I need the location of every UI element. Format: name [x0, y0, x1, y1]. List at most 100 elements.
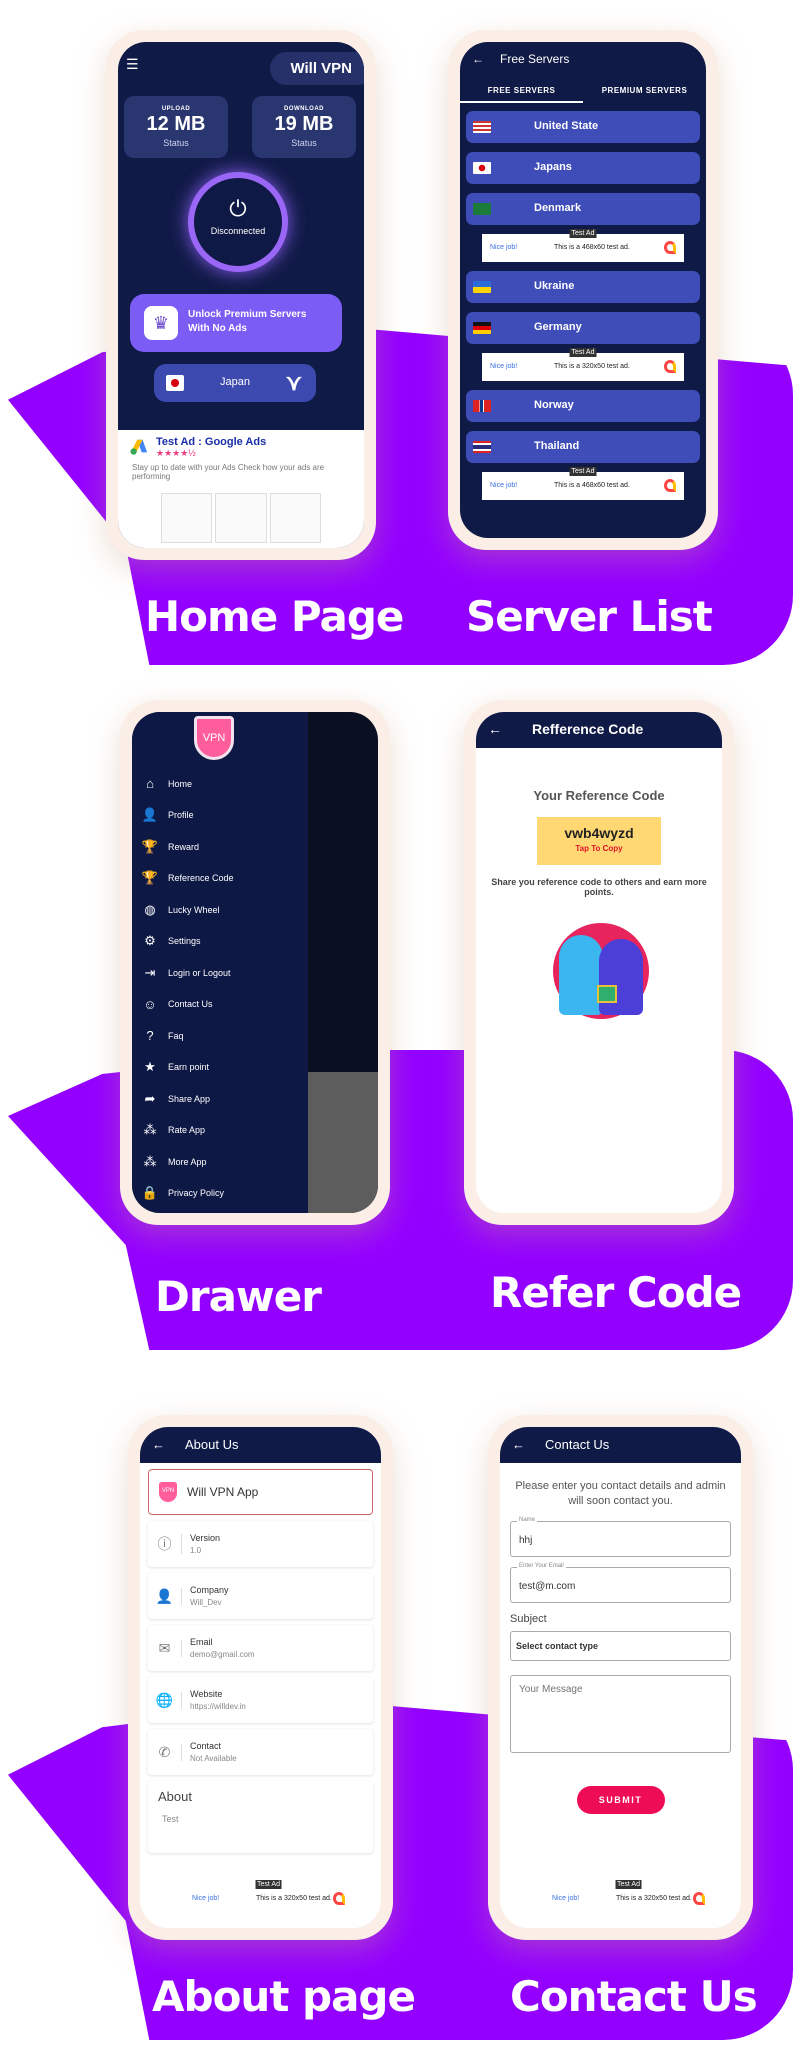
ad-badge: Test Ad	[569, 348, 597, 357]
servers-title: Free Servers	[500, 52, 570, 66]
refer-screen: ← Refference Code Your Reference Code vwb…	[476, 712, 722, 1213]
server-name: Norway	[534, 399, 574, 411]
native-ad[interactable]: Test Ad : Google Ads ★★★★½ Stay up to da…	[118, 430, 364, 548]
server-item[interactable]: Denmark	[466, 193, 700, 225]
drawer-item[interactable]: ◍ Lucky Wheel	[132, 894, 308, 926]
connect-button[interactable]: ⏻ Disconnected	[188, 172, 288, 272]
servers-screen: ← Free Servers FREE SERVERS PREMIUM SERVE…	[460, 42, 706, 538]
ad-left-text: Nice job!	[490, 244, 518, 251]
info-card: 👤 Company Will_Dev	[148, 1573, 373, 1619]
email-field[interactable]: Enter Your Email test@m.com	[510, 1563, 731, 1603]
drawer-item[interactable]: ⇥ Login or Logout	[132, 957, 308, 989]
back-arrow-icon[interactable]: ←	[512, 1437, 525, 1452]
ad-badge: Test Ad	[569, 229, 597, 238]
premium-line1: Unlock Premium Servers	[188, 309, 307, 320]
ad-text: This is a 468x60 test ad.	[554, 244, 630, 251]
server-item[interactable]: Ukraine	[466, 271, 700, 303]
drawer-item[interactable]: 🏆 Reward	[132, 831, 308, 863]
drawer-item[interactable]: ? Faq	[132, 1020, 308, 1052]
server-name: Germany	[534, 321, 582, 333]
drawer-item[interactable]: ⚙ Settings	[132, 926, 308, 958]
de-flag-icon	[473, 322, 491, 334]
server-item[interactable]: United State	[466, 111, 700, 143]
server-name: Japans	[534, 161, 572, 173]
navigation-drawer: VPN ⌂ Home 👤 Profile 🏆 Reward 🏆 Reference Code ◍…	[132, 712, 308, 1213]
drawer-item[interactable]: 👤 Profile	[132, 800, 308, 832]
email-value: test@m.com	[519, 1581, 576, 1592]
download-status: Status	[291, 138, 317, 148]
phone-icon: ✆	[148, 1743, 182, 1761]
drawer-item-label: Privacy Policy	[168, 1188, 225, 1199]
subject-select[interactable]: Select contact type	[510, 1631, 731, 1661]
trophy-icon: 🏆	[141, 838, 159, 854]
banner-ad[interactable]: Test Ad Nice job! This is a 468x60 test ad…	[482, 229, 684, 262]
refer-title: Refference Code	[532, 721, 644, 737]
drawer-item[interactable]: 🏆 Reference Code	[132, 863, 308, 895]
reference-code-ticket[interactable]: vwb4wyzd Tap To Copy	[537, 817, 661, 865]
drawer-item[interactable]: ➦ Share App	[132, 1083, 308, 1115]
drawer-item-label: Reward	[168, 841, 200, 852]
more-icon: ⁂	[143, 1153, 157, 1169]
drawer-item[interactable]: ⁂ Rate App	[132, 1115, 308, 1147]
back-arrow-icon[interactable]: ←	[152, 1437, 165, 1452]
country-selector[interactable]: Japan ⋎	[154, 364, 316, 402]
ad-left-text: Nice job!	[192, 1895, 220, 1902]
info-key: Email	[190, 1637, 213, 1647]
name-field[interactable]: Name hhj	[510, 1517, 731, 1557]
server-item[interactable]: Norway	[466, 390, 700, 422]
drawer-item[interactable]: ☺ Contact Us	[132, 989, 308, 1021]
download-label: DOWNLOAD	[284, 106, 324, 112]
no-flag-icon	[473, 400, 491, 412]
banner-ad[interactable]: Test Ad Nice job! This is a 320x50 test ad…	[544, 1880, 713, 1913]
upload-value: 12 MB	[146, 113, 206, 135]
drawer-item[interactable]: ★ Earn point	[132, 1052, 308, 1084]
wheel-icon: ◍	[144, 901, 156, 917]
about-screen: ← About Us VPN Will VPN App ⓘ Version 1.0 👤 Co…	[140, 1427, 381, 1928]
submit-button[interactable]: SUBMIT	[576, 1786, 665, 1814]
server-item[interactable]: Thailand	[466, 431, 700, 463]
mail-icon: ✉	[148, 1639, 182, 1657]
globe-icon: 🌐	[148, 1691, 182, 1709]
info-value: Not Available	[190, 1754, 237, 1763]
drawer-item-label: Lucky Wheel	[168, 904, 220, 915]
app-name-card: VPN Will VPN App	[148, 1469, 373, 1515]
ad-badge: Test Ad	[255, 1880, 282, 1889]
menu-icon[interactable]: ☰	[126, 56, 139, 73]
message-input[interactable]	[510, 1675, 731, 1753]
back-arrow-icon[interactable]: ←	[488, 721, 502, 737]
server-item[interactable]: Japans	[466, 152, 700, 184]
back-arrow-icon[interactable]: ←	[472, 52, 484, 66]
info-value: Will_Dev	[190, 1598, 222, 1607]
drawer-item-label: Share App	[168, 1093, 211, 1104]
banner-ad[interactable]: Test Ad Nice job! This is a 320x50 test ad…	[184, 1880, 353, 1913]
drawer-item[interactable]: ⌂ Home	[132, 768, 308, 800]
home-screen: ☰ Will VPN UPLOAD 12 MB Status DOWNLOAD …	[118, 42, 364, 548]
server-item[interactable]: Germany	[466, 312, 700, 344]
caption-home: Home Page	[145, 592, 404, 641]
login-icon: ⇥	[144, 964, 156, 980]
drawer-item-label: Login or Logout	[168, 967, 231, 978]
info-key: Website	[190, 1689, 223, 1699]
download-value: 19 MB	[274, 113, 334, 135]
ad-logo-icon	[664, 241, 676, 254]
drawer-item-label: Earn point	[168, 1062, 210, 1073]
premium-banner[interactable]: ♛ Unlock Premium Servers With No Ads	[130, 294, 342, 352]
trophy-icon: 🏆	[141, 870, 159, 886]
banner-ad[interactable]: Test Ad Nice job! This is a 320x50 test ad…	[482, 348, 684, 381]
gift-icon	[597, 985, 617, 1003]
drawer-item[interactable]: ⁂ More App	[132, 1146, 308, 1178]
contact-screen: ← Contact Us Please enter you contact det…	[500, 1427, 741, 1928]
info-card: ⓘ Version 1.0	[148, 1521, 373, 1567]
drawer-item[interactable]: 🔒 Privacy Policy	[132, 1178, 308, 1210]
person-icon: 👤	[148, 1587, 182, 1605]
banner-ad[interactable]: Test Ad Nice job! This is a 468x60 test ad…	[482, 467, 684, 500]
tab-premium-servers[interactable]: PREMIUM SERVERS	[583, 78, 706, 103]
tab-free-servers[interactable]: FREE SERVERS	[460, 78, 583, 103]
caption-servers: Server List	[466, 592, 713, 641]
ad-left-text: Nice job!	[490, 363, 518, 370]
about-heading: About	[158, 1789, 192, 1804]
server-name: United State	[534, 120, 599, 132]
info-icon: ⓘ	[148, 1534, 182, 1554]
drawer-item-label: Home	[168, 778, 193, 789]
server-name: Ukraine	[534, 280, 575, 292]
